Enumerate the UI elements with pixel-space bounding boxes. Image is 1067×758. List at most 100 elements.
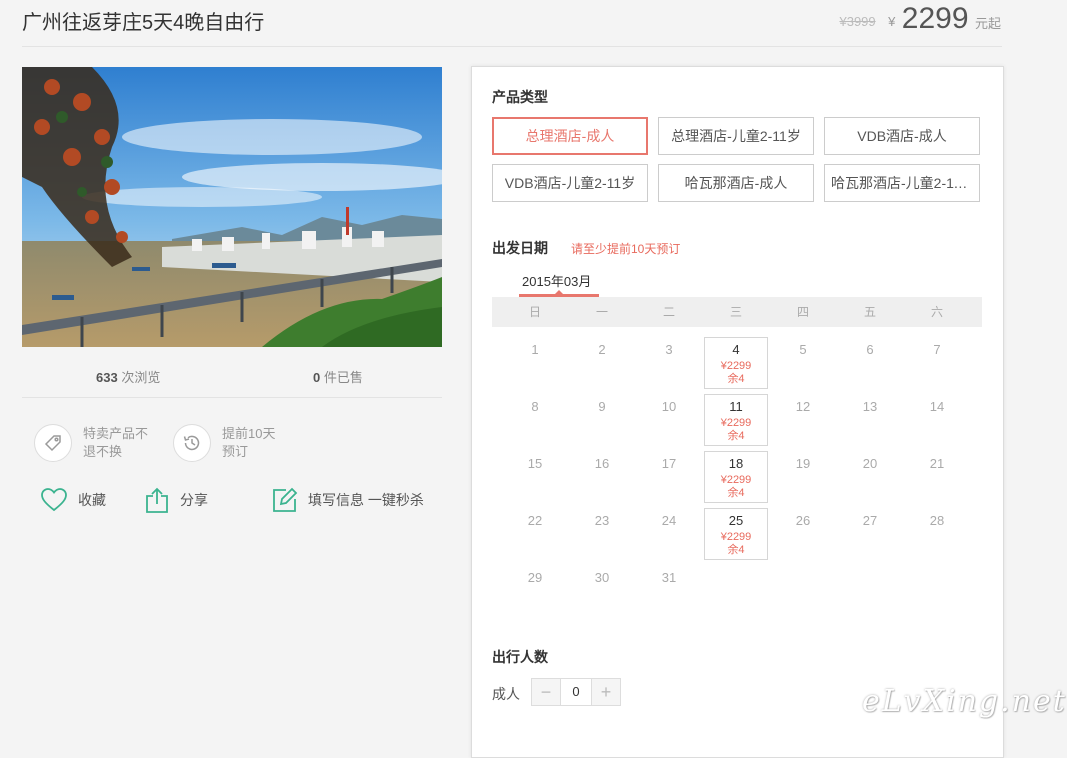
calendar-day-number: 28 — [929, 513, 945, 528]
site-watermark: eLvXing.net — [862, 684, 1067, 719]
calendar-day-number: 25 — [728, 513, 744, 528]
calendar-day: 29 — [503, 565, 567, 617]
calendar-day: 28 — [905, 508, 969, 560]
favorite-button[interactable]: 收藏 — [40, 486, 106, 514]
calendar-day-number: 23 — [594, 513, 610, 528]
product-type-option-label: VDB酒店-儿童2-11岁 — [504, 175, 636, 191]
calendar-day-price: ¥2299 — [720, 360, 752, 372]
fill-info-button[interactable]: 填写信息 一键秒杀 — [272, 486, 424, 514]
sold-count-label: 件已售 — [323, 370, 363, 385]
header-divider — [22, 46, 1002, 47]
calendar-day-stock: 余4 — [727, 430, 745, 442]
product-type-title: 产品类型 — [492, 89, 548, 105]
product-type-option-3[interactable]: VDB酒店-成人 — [824, 117, 980, 155]
calendar-day-price: ¥2299 — [720, 474, 752, 486]
calendar-day: 6 — [838, 337, 902, 389]
product-type-option-6[interactable]: 哈瓦那酒店-儿童2-11岁 — [824, 164, 980, 202]
calendar-day-number: 24 — [661, 513, 677, 528]
view-count-label: 次浏览 — [121, 370, 161, 385]
feature-advance-booking: 提前10天预订 — [222, 426, 276, 459]
calendar-day-stock: 余4 — [727, 544, 745, 556]
calendar-day-number: 31 — [661, 570, 677, 585]
price-block: ¥3999 ¥ 2299 元起 — [839, 2, 1001, 38]
adult-label: 成人 — [492, 686, 520, 702]
product-type-option-label: 总理酒店-儿童2-11岁 — [671, 128, 801, 144]
product-title: 广州往返芽庄5天4晚自由行 — [22, 12, 265, 34]
product-type-option-5[interactable]: 哈瓦那酒店-成人 — [658, 164, 814, 202]
calendar-day: 31 — [637, 565, 701, 617]
calendar-day: 23 — [570, 508, 634, 560]
calendar-day-available[interactable]: 25 ¥2299 余4 — [704, 508, 768, 560]
calendar-day: 15 — [503, 451, 567, 503]
share-button[interactable]: 分享 — [144, 486, 208, 514]
booking-notice: 请至少提前10天预订 — [571, 242, 681, 256]
calendar-day: 30 — [570, 565, 634, 617]
tag-icon — [34, 424, 72, 462]
calendar-day-number: 8 — [531, 399, 539, 414]
calendar-day-available[interactable]: 4 ¥2299 余4 — [704, 337, 768, 389]
product-type-option-label: 哈瓦那酒店-儿童2-11岁 — [831, 175, 973, 191]
calendar-day: 24 — [637, 508, 701, 560]
calendar-day-number: 29 — [527, 570, 543, 585]
feature-no-refund: 特卖产品不退不换 — [83, 426, 149, 459]
calendar-day: 2 — [570, 337, 634, 389]
history-clock-icon — [173, 424, 211, 462]
calendar-day: 21 — [905, 451, 969, 503]
currency-symbol: ¥ — [888, 14, 896, 29]
calendar-day: 3 — [637, 337, 701, 389]
calendar-day-number: 7 — [933, 342, 941, 357]
calendar-day: 17 — [637, 451, 701, 503]
calendar-day: 1 — [503, 337, 567, 389]
original-price: ¥3999 — [839, 14, 876, 29]
calendar-day-number: 26 — [795, 513, 811, 528]
share-icon — [146, 487, 168, 513]
product-type-option-4[interactable]: VDB酒店-儿童2-11岁 — [492, 164, 648, 202]
adult-count-input[interactable]: 0 — [561, 678, 591, 706]
month-caret-icon — [555, 290, 563, 294]
calendar-day: 13 — [838, 394, 902, 446]
departure-date-title: 出发日期 — [492, 240, 548, 256]
calendar-day-number: 6 — [866, 342, 874, 357]
destination-photo — [22, 67, 442, 347]
calendar-day-available[interactable]: 18 ¥2299 余4 — [704, 451, 768, 503]
calendar-day-number: 9 — [598, 399, 606, 414]
sold-count: 0 件已售 — [313, 367, 363, 386]
calendar-day-available[interactable]: 11 ¥2299 余4 — [704, 394, 768, 446]
calendar-day-number: 2 — [598, 342, 606, 357]
calendar-day-number: 14 — [929, 399, 945, 414]
calendar-day: 9 — [570, 394, 634, 446]
calendar-day-number: 20 — [862, 456, 878, 471]
month-tab[interactable]: 2015年03月 — [522, 271, 591, 290]
calendar-day-stock: 余4 — [727, 487, 745, 499]
calendar-day-number: 10 — [661, 399, 677, 414]
weekday-label: 二 — [662, 305, 675, 319]
calendar-day-number: 3 — [665, 342, 673, 357]
stats-divider — [22, 397, 442, 398]
calendar-day-number: 12 — [795, 399, 811, 414]
calendar-day-number: 19 — [795, 456, 811, 471]
calendar-day: 22 — [503, 508, 567, 560]
calendar-day-number: 1 — [531, 342, 539, 357]
calendar-day: 14 — [905, 394, 969, 446]
weekday-label: 五 — [863, 305, 876, 319]
calendar-day-number: 13 — [862, 399, 878, 414]
calendar-day-number: 27 — [862, 513, 878, 528]
weekday-label: 四 — [796, 305, 809, 319]
adult-decrement-button[interactable]: − — [531, 678, 561, 706]
calendar-day-price: ¥2299 — [720, 531, 752, 543]
calendar-day-number: 4 — [732, 342, 740, 357]
product-type-option-2[interactable]: 总理酒店-儿童2-11岁 — [658, 117, 814, 155]
edit-icon — [273, 487, 298, 512]
product-type-option-1[interactable]: 总理酒店-成人 — [492, 117, 648, 155]
price-unit: 元起 — [974, 16, 1001, 31]
calendar-day-price: ¥2299 — [720, 417, 752, 429]
calendar-day-number: 5 — [799, 342, 807, 357]
calendar-day-stock: 余4 — [727, 373, 745, 385]
favorite-label: 收藏 — [78, 492, 106, 508]
view-count: 633 次浏览 — [96, 367, 160, 386]
calendar-day-number: 22 — [527, 513, 543, 528]
view-count-number: 633 — [96, 370, 118, 385]
adult-increment-button[interactable]: + — [591, 678, 621, 706]
calendar-day-number: 18 — [728, 456, 744, 471]
weekday-label: 一 — [595, 305, 608, 319]
